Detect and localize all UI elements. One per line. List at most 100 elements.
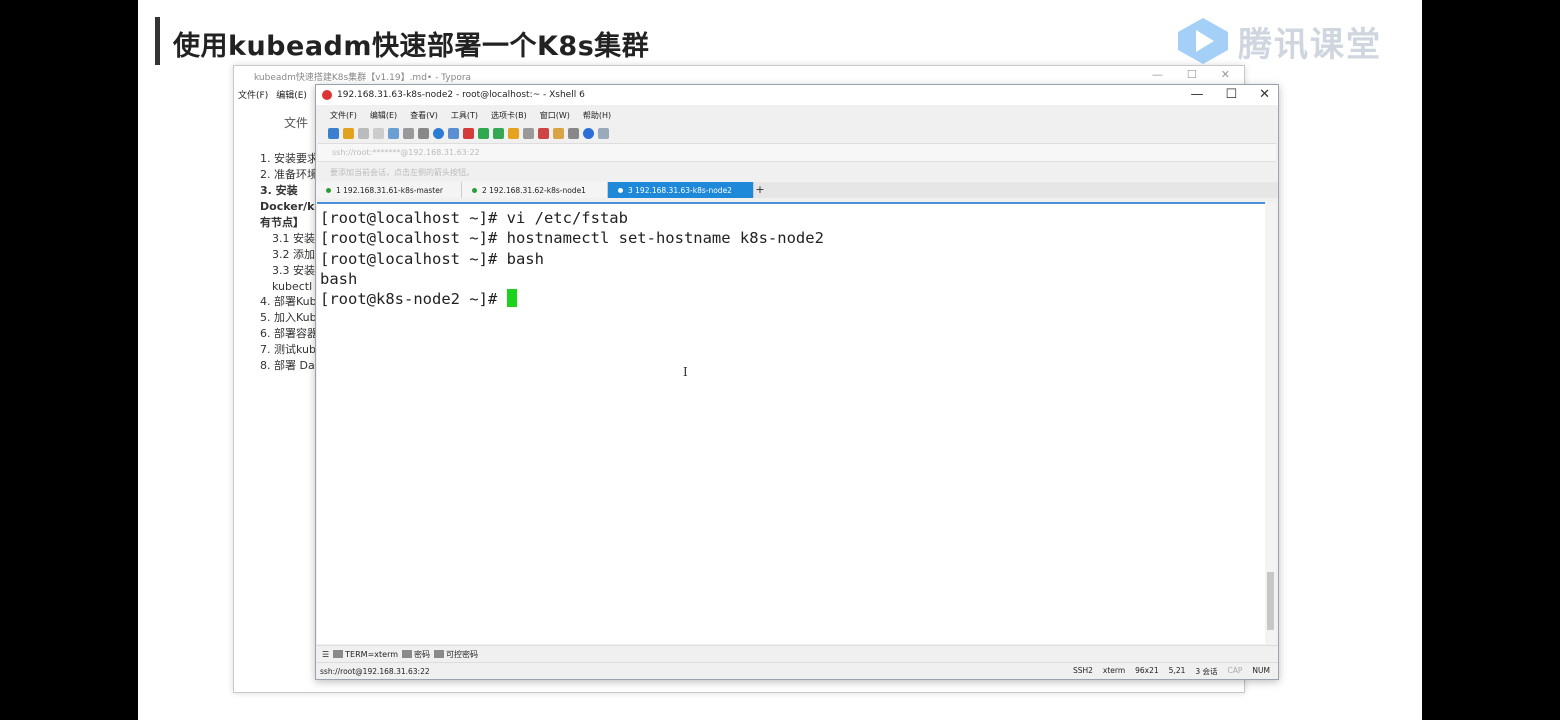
- outline-item[interactable]: Docker/kubeadm/kubelet【所: [260, 199, 320, 215]
- terminal-output[interactable]: [root@localhost ~]# vi /etc/fstab [root@…: [317, 202, 1267, 644]
- address-text: ssh://root:*******@192.168.31.63:22: [332, 148, 480, 157]
- xftp-icon[interactable]: [463, 127, 474, 139]
- outline-item[interactable]: 4. 部署Kubernetes Master: [260, 294, 320, 310]
- menu-item-edit[interactable]: 编辑(E): [370, 110, 397, 123]
- outline-item[interactable]: 7. 测试kubernetes集群: [260, 342, 320, 358]
- status-sessions: 3 会话: [1195, 666, 1218, 676]
- disconnect-icon[interactable]: [358, 127, 369, 139]
- menu-item-help[interactable]: 帮助(H): [583, 110, 611, 123]
- terminal-scrollbar[interactable]: [1265, 202, 1276, 644]
- menu-item-tools[interactable]: 工具(T): [451, 110, 478, 123]
- xshell-title: 192.168.31.63-k8s-node2 - root@localhost…: [337, 90, 585, 100]
- fullscreen-icon[interactable]: [493, 127, 504, 139]
- encoding-item[interactable]: 密码: [402, 649, 430, 660]
- tab-label: 3 192.168.31.63-k8s-node2: [628, 185, 732, 195]
- terminal-line: bash: [320, 269, 358, 288]
- menu-item-edit[interactable]: 编辑(E): [276, 88, 307, 103]
- slide: 使用kubeadm快速部署一个K8s集群 腾讯课堂 kubeadm快速搭建K8s…: [138, 0, 1422, 720]
- connected-dot-icon: [472, 187, 477, 193]
- terminal-cursor: [506, 289, 517, 308]
- xshell-window[interactable]: 192.168.31.63-k8s-node2 - root@localhost…: [315, 84, 1279, 680]
- highlight-icon[interactable]: [538, 127, 549, 139]
- control-label: 可控密码: [446, 649, 479, 659]
- outline-item[interactable]: 有节点】: [260, 215, 320, 231]
- session-tip-text: 要添加当前会话，点击左侧的箭头按钮。: [330, 168, 474, 177]
- status-caps: CAP: [1227, 665, 1243, 675]
- tab-k8s-node1[interactable]: 2 192.168.31.62-k8s-node1: [462, 182, 608, 198]
- globe-icon[interactable]: [433, 127, 444, 139]
- status-protocol: SSH2: [1072, 665, 1093, 675]
- tab-k8s-node2[interactable]: 3 192.168.31.63-k8s-node2: [608, 182, 754, 198]
- outline-list: 1. 安装要求2. 准备环境3. 安装Docker/kubeadm/kubele…: [260, 151, 320, 374]
- font-icon[interactable]: [448, 127, 459, 139]
- terminal-line: [root@localhost ~]# hostnamectl set-host…: [320, 229, 824, 248]
- script-icon[interactable]: [553, 127, 564, 139]
- menu-lines-icon[interactable]: ☰: [322, 650, 329, 659]
- reconnect-icon[interactable]: [373, 127, 384, 139]
- menu-item-tabs[interactable]: 选项卡(B): [491, 110, 527, 123]
- sidebar-files-label[interactable]: 文件: [284, 114, 308, 131]
- layout-icon[interactable]: [568, 127, 579, 139]
- text-cursor-icon: I: [683, 365, 688, 379]
- connected-dot-icon: [326, 187, 331, 193]
- outline-item[interactable]: 6. 部署容器网络: [260, 326, 320, 342]
- session-tabs: 1 192.168.31.61-k8s-master 2 192.168.31.…: [316, 182, 1278, 198]
- print-icon[interactable]: [418, 127, 429, 139]
- new-session-icon[interactable]: [328, 127, 339, 139]
- outline-item[interactable]: 3.2 添加阿里云YUM软件源: [260, 247, 320, 263]
- tab-k8s-master[interactable]: 1 192.168.31.61-k8s-master: [316, 182, 462, 198]
- term-type-label: TERM=xterm: [345, 649, 399, 659]
- tab-label: 1 192.168.31.61-k8s-master: [336, 185, 443, 195]
- close-icon[interactable]: ✕: [1259, 87, 1270, 102]
- session-tip: 要添加当前会话，点击左侧的箭头按钮。: [316, 162, 1278, 182]
- outline-item[interactable]: 5. 加入Kubernetes Node: [260, 310, 320, 326]
- menu-item-file[interactable]: 文件(F): [238, 88, 268, 103]
- terminal-line: [root@localhost ~]# bash: [320, 249, 544, 268]
- outline-item[interactable]: 2. 准备环境: [260, 167, 320, 183]
- menu-item-window[interactable]: 窗口(W): [540, 110, 570, 123]
- play-logo-icon: [1178, 18, 1228, 64]
- logo-text: 腾讯课堂: [1238, 24, 1382, 65]
- typora-title: kubeadm快速搭建K8s集群【v1.19】.md• - Typora: [254, 73, 472, 83]
- scrollbar-thumb[interactable]: [1267, 572, 1274, 630]
- outline-item[interactable]: kubectl: [260, 279, 320, 295]
- connected-dot-icon: [618, 187, 623, 193]
- maximize-icon[interactable]: ☐: [1225, 87, 1237, 102]
- menu-item-file[interactable]: 文件(F): [330, 110, 357, 123]
- term-type-item[interactable]: TERM=xterm: [333, 649, 399, 659]
- xshell-app-icon: [322, 90, 332, 100]
- properties-icon[interactable]: [388, 127, 399, 139]
- status-connection: ssh://root@192.168.31.63:22: [320, 666, 430, 676]
- typora-titlebar: kubeadm快速搭建K8s集群【v1.19】.md• - Typora — ☐…: [234, 66, 1244, 85]
- help-icon[interactable]: [583, 127, 594, 139]
- minimize-icon[interactable]: —: [1152, 68, 1163, 81]
- compose-bar: ☰ TERM=xterm 密码 可控密码: [316, 645, 1278, 662]
- xshell-titlebar: 192.168.31.63-k8s-node2 - root@localhost…: [316, 85, 1278, 105]
- add-tab-icon[interactable]: +: [754, 182, 766, 198]
- outline-item[interactable]: 1. 安装要求: [260, 151, 320, 167]
- xagent-icon[interactable]: [478, 127, 489, 139]
- terminal-prompt-line: [root@k8s-node2 ~]#: [320, 289, 1267, 309]
- status-bar: ssh://root@192.168.31.63:22 SSH2 xterm 9…: [316, 662, 1278, 679]
- terminal-prompt: [root@k8s-node2 ~]#: [320, 290, 507, 309]
- xshell-toolbar: [316, 123, 1278, 143]
- tab-label: 2 192.168.31.62-k8s-node1: [482, 185, 586, 195]
- close-icon[interactable]: ✕: [1221, 68, 1230, 81]
- control-item[interactable]: 可控密码: [434, 649, 478, 660]
- xshell-menubar: 文件(F) 编辑(E) 查看(V) 工具(T) 选项卡(B) 窗口(W) 帮助(…: [316, 105, 1278, 123]
- minimize-icon[interactable]: —: [1190, 87, 1203, 102]
- keyboard-icon[interactable]: [523, 127, 534, 139]
- status-position: 5,21: [1168, 665, 1186, 675]
- outline-item[interactable]: 3. 安装: [260, 183, 320, 199]
- address-bar[interactable]: ssh://root:*******@192.168.31.63:22: [318, 143, 1276, 162]
- status-size: 96x21: [1135, 665, 1159, 675]
- lock-icon[interactable]: [508, 127, 519, 139]
- outline-item[interactable]: 8. 部署 Dashboard: [260, 358, 320, 374]
- chat-icon[interactable]: [598, 127, 609, 139]
- outline-item[interactable]: 3.1 安装Docker: [260, 231, 320, 247]
- find-icon[interactable]: [403, 127, 414, 139]
- maximize-icon[interactable]: ☐: [1187, 68, 1197, 81]
- open-folder-icon[interactable]: [343, 127, 354, 139]
- outline-item[interactable]: 3.3 安装kubeadm，kubelet和: [260, 263, 320, 279]
- menu-item-view[interactable]: 查看(V): [410, 110, 438, 123]
